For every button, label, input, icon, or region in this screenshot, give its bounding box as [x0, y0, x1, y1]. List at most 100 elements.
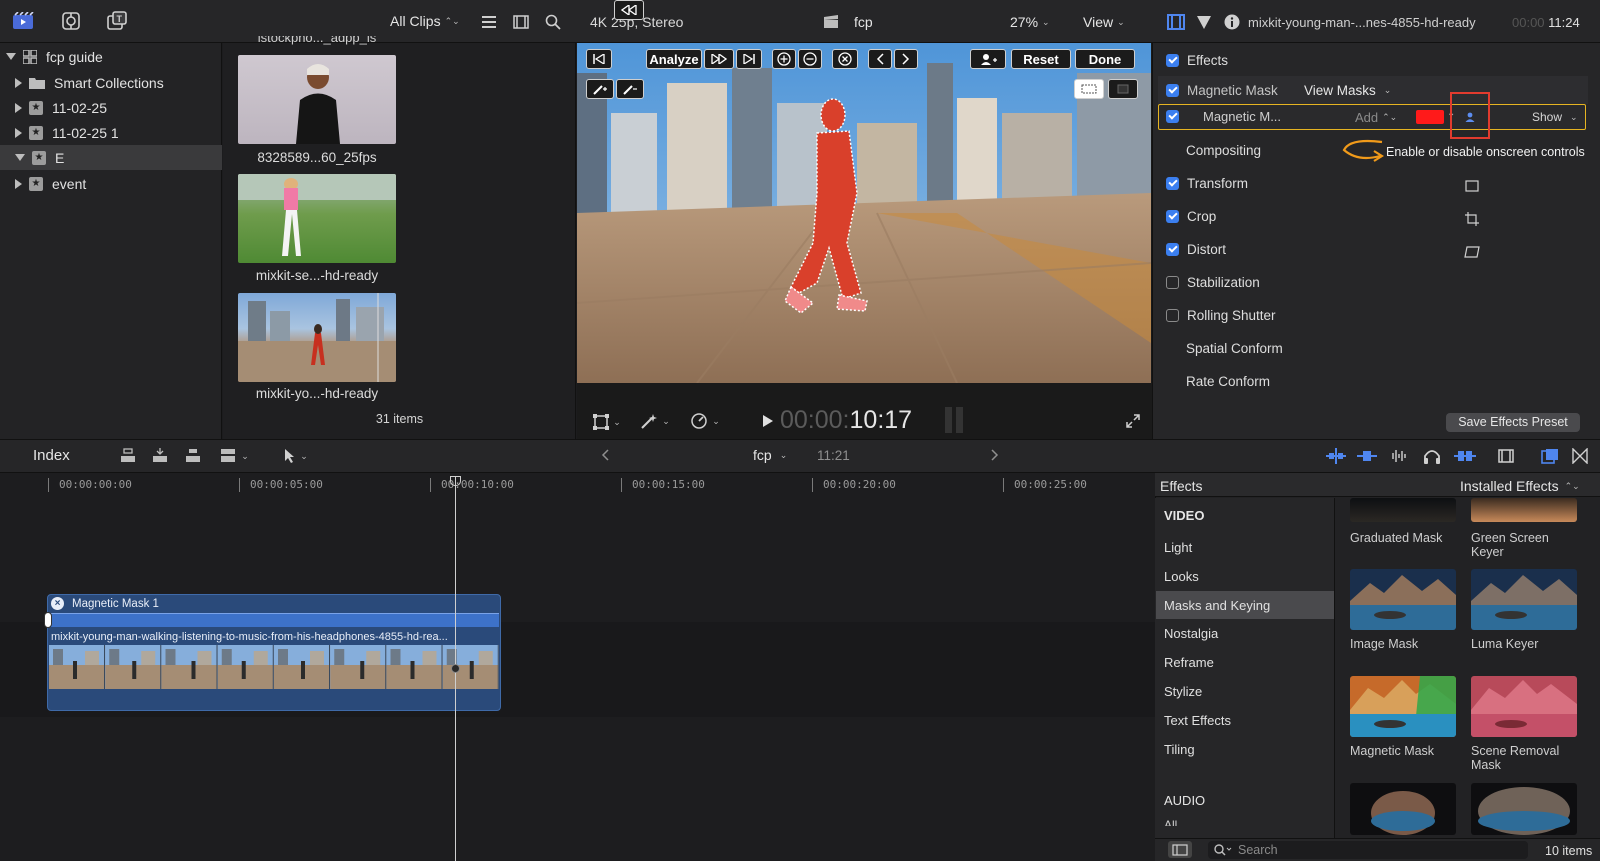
reset-button[interactable]: Reset: [1011, 49, 1071, 69]
speed-tool-icon[interactable]: ⌄: [687, 411, 723, 431]
library-item[interactable]: ★ 11-02-25: [0, 95, 222, 120]
effect-thumbnail[interactable]: [1350, 783, 1456, 835]
snapping-icon[interactable]: [1454, 446, 1476, 466]
library-item[interactable]: fcp guide: [0, 44, 222, 69]
library-item[interactable]: Smart Collections: [0, 70, 222, 95]
inspector-row[interactable]: Rate Conform: [1186, 365, 1600, 398]
add-person-button[interactable]: [970, 49, 1006, 69]
go-to-start-button[interactable]: [586, 49, 612, 69]
enhance-tool-icon[interactable]: ⌄: [637, 411, 673, 431]
clip-thumbnail[interactable]: [238, 174, 396, 263]
inspector-row-checkbox[interactable]: [1166, 309, 1179, 322]
effects-category[interactable]: Reframe: [1156, 648, 1334, 676]
clip-filmstrip-icon[interactable]: [1496, 446, 1516, 466]
inspector-row[interactable]: Crop: [1166, 200, 1600, 233]
overwrite-clip-icon[interactable]: ⌄: [216, 446, 252, 466]
analyze-forward-button[interactable]: [704, 49, 734, 69]
library-item[interactable]: ★ event: [0, 171, 222, 196]
crop-onscreen-icon[interactable]: [1464, 211, 1480, 227]
effects-search-field[interactable]: Search: [1208, 841, 1528, 859]
effect-thumbnail[interactable]: [1471, 676, 1577, 737]
timeline-back-icon[interactable]: [598, 447, 612, 463]
view-masks-dropdown[interactable]: View Masks ⌄: [1304, 83, 1391, 98]
clip-thumbnail[interactable]: [238, 55, 396, 144]
effect-thumbnail[interactable]: [1471, 498, 1577, 522]
distort-onscreen-icon[interactable]: [1464, 244, 1480, 260]
inspector-row[interactable]: Spatial Conform: [1186, 332, 1600, 365]
effects-browser-toggle-icon[interactable]: [1540, 446, 1560, 466]
effects-category[interactable]: Looks: [1156, 562, 1334, 590]
fullscreen-icon[interactable]: [1124, 412, 1142, 430]
photos-audio-icon[interactable]: [58, 10, 84, 32]
next-frame-button[interactable]: [894, 49, 918, 69]
effects-category[interactable]: Masks and Keying: [1156, 591, 1334, 619]
inspector-row[interactable]: Compositing: [1186, 134, 1600, 167]
disclosure-closed-icon[interactable]: [15, 102, 22, 113]
zoom-dropdown[interactable]: 27% ⌄: [1010, 14, 1050, 30]
previous-frame-button[interactable]: [868, 49, 892, 69]
brush-subtract-button[interactable]: [616, 79, 644, 99]
effects-category[interactable]: Text Effects: [1156, 706, 1334, 734]
effect-thumbnail[interactable]: [1350, 676, 1456, 737]
go-to-end-button[interactable]: [736, 49, 762, 69]
select-tool-icon[interactable]: ⌄: [278, 446, 314, 466]
disclosure-open-icon[interactable]: [6, 53, 16, 60]
effect-keyframe-handle[interactable]: [44, 612, 52, 628]
index-button[interactable]: Index: [33, 447, 70, 464]
remove-point-button[interactable]: [798, 49, 822, 69]
effects-category[interactable]: Stylize: [1156, 677, 1334, 705]
inspector-row[interactable]: Transform: [1166, 167, 1600, 200]
disclosure-closed-icon[interactable]: [15, 178, 22, 189]
transform-onscreen-icon[interactable]: [1464, 178, 1480, 194]
disclosure-closed-icon[interactable]: [15, 77, 22, 88]
effect-keyframe-bar[interactable]: [47, 613, 499, 627]
brush-add-button[interactable]: [586, 79, 614, 99]
effects-header[interactable]: Effects: [1166, 44, 1600, 77]
mask-row[interactable]: Magnetic M...: [1166, 109, 1281, 124]
effects-category[interactable]: Nostalgia: [1156, 619, 1334, 647]
effect-thumbnail[interactable]: [1350, 498, 1456, 522]
inspector-row[interactable]: Distort: [1166, 233, 1600, 266]
view-menu[interactable]: View ⌄: [1083, 14, 1125, 30]
info-inspector-icon[interactable]: [1222, 12, 1242, 32]
close-icon[interactable]: ×: [51, 597, 64, 610]
timeline-project-dropdown[interactable]: fcp ⌄: [753, 447, 787, 463]
transform-tool-icon[interactable]: ⌄: [590, 412, 624, 432]
solo-headphones-icon[interactable]: [1422, 446, 1442, 466]
add-point-button[interactable]: [772, 49, 796, 69]
analyze-button[interactable]: Analyze: [646, 49, 702, 69]
append-clip-icon[interactable]: [183, 446, 203, 466]
library-item[interactable]: ★ 11-02-25 1: [0, 120, 222, 145]
effect-thumbnail[interactable]: [1471, 569, 1577, 630]
effect-thumbnail[interactable]: [1350, 569, 1456, 630]
inspector-row-checkbox[interactable]: [1166, 177, 1179, 190]
mask-view-alpha-toggle[interactable]: [1108, 79, 1138, 99]
mask-row-checkbox[interactable]: [1166, 110, 1179, 123]
mask-view-toggle[interactable]: [1074, 79, 1104, 99]
list-view-icon[interactable]: [480, 13, 498, 31]
insert-clip-icon[interactable]: [150, 446, 170, 466]
audio-skimming-icon[interactable]: [1388, 446, 1408, 466]
inspector-row[interactable]: Stabilization: [1166, 266, 1600, 299]
inspector-row-checkbox[interactable]: [1166, 210, 1179, 223]
library-item[interactable]: ★ E: [0, 145, 222, 170]
play-icon[interactable]: [761, 413, 775, 429]
playhead-handle[interactable]: [450, 476, 461, 486]
clip-appearance-icon[interactable]: [1326, 446, 1346, 466]
effects-checkbox[interactable]: [1166, 54, 1179, 67]
search-icon[interactable]: [544, 13, 562, 31]
timeline-forward-icon[interactable]: [988, 447, 1002, 463]
clips-filter-dropdown[interactable]: All Clips ⌃⌄: [390, 13, 460, 29]
analyze-backward-button[interactable]: [614, 0, 644, 20]
show-dropdown[interactable]: Show ⌄: [1532, 110, 1578, 124]
effects-category[interactable]: Tiling: [1156, 735, 1334, 763]
connect-clip-icon[interactable]: [118, 446, 138, 466]
mask-color-swatch[interactable]: [1416, 110, 1444, 124]
save-effects-preset-button[interactable]: Save Effects Preset: [1446, 413, 1580, 432]
disclosure-closed-icon[interactable]: [15, 127, 22, 138]
disclosure-open-icon[interactable]: [15, 154, 25, 161]
transitions-browser-icon[interactable]: [1570, 446, 1590, 466]
clip-thumbnail-selected[interactable]: [238, 293, 396, 382]
add-mask-stepper[interactable]: Add ⌃⌄: [1355, 110, 1397, 125]
skimming-icon[interactable]: [1357, 446, 1377, 466]
